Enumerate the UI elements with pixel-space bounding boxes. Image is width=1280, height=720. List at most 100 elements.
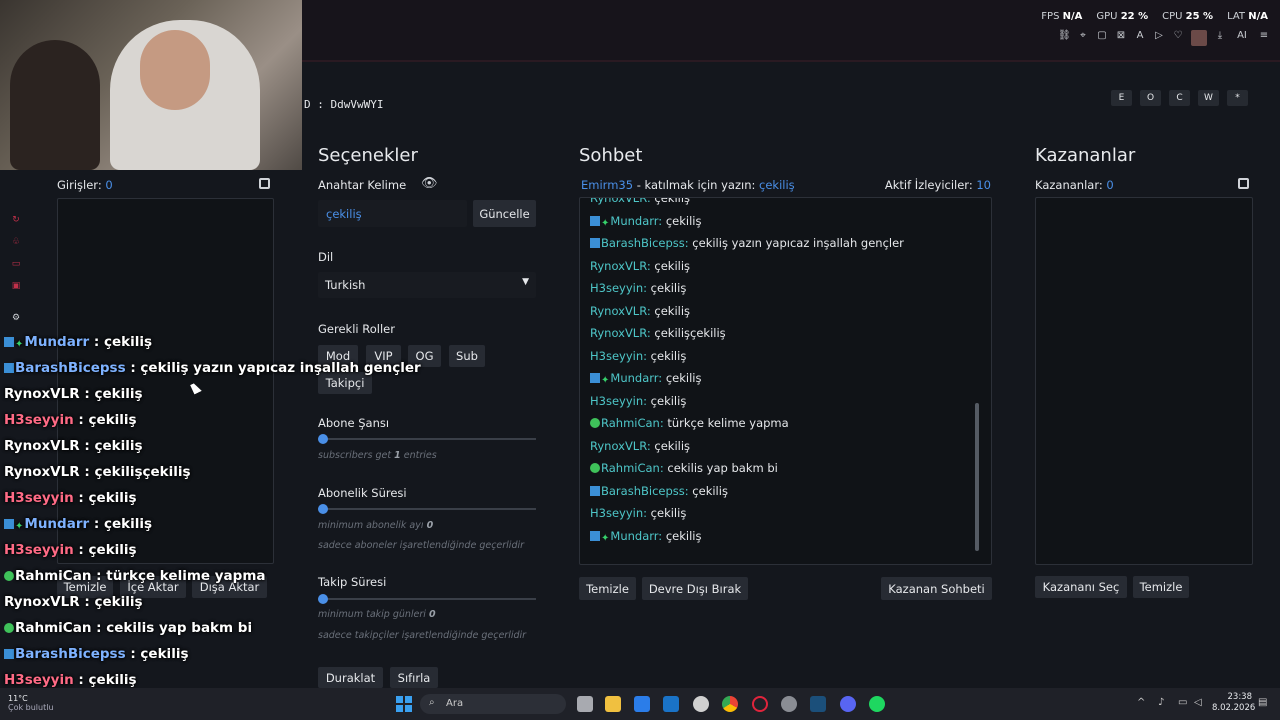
prime-badge-icon	[590, 485, 600, 496]
network-icon[interactable]: ▭	[1178, 697, 1187, 708]
overlay-username: Mundarr	[24, 334, 90, 350]
chat-username[interactable]: BarashBicepss:	[601, 484, 689, 498]
gear-icon[interactable]: ⚙	[10, 312, 22, 324]
winners-list[interactable]	[1035, 197, 1253, 565]
chat-username[interactable]: H3seyyin:	[590, 394, 647, 408]
crop-icon[interactable]: ▢	[1096, 30, 1108, 42]
chat-username[interactable]: Mundarr:	[610, 214, 662, 228]
chat-username[interactable]: H3seyyin:	[590, 281, 647, 295]
copy-winners-icon[interactable]	[1238, 178, 1249, 189]
keyword-input[interactable]: çekiliş	[318, 200, 467, 227]
entries-count: 0	[105, 178, 113, 192]
clock[interactable]: 23:38 8.02.2026	[1212, 692, 1255, 714]
outlook-icon[interactable]	[663, 696, 679, 712]
task-view-icon[interactable]	[577, 696, 593, 712]
settings-icon[interactable]	[693, 696, 709, 712]
update-button[interactable]: Güncelle	[473, 200, 536, 227]
steam-icon[interactable]	[810, 696, 826, 712]
overlay-username: H3seyyin	[4, 542, 74, 558]
overlay-username: RynoxVLR	[4, 594, 80, 610]
refresh-icon[interactable]: ↻	[10, 214, 22, 226]
app-icon[interactable]	[781, 696, 797, 712]
file-explorer-icon[interactable]	[605, 696, 621, 712]
overlay-username: H3seyyin	[4, 672, 74, 688]
chat-username[interactable]: Mundarr:	[610, 529, 662, 543]
key-button-c[interactable]: C	[1169, 90, 1190, 106]
pin-icon[interactable]: ⌖	[1077, 30, 1089, 42]
key-button-e[interactable]: E	[1111, 90, 1132, 106]
chat-message: BarashBicepss: çekiliş	[580, 480, 991, 503]
link-icon[interactable]: ⛓	[1058, 30, 1071, 42]
overlay-username: RynoxVLR	[4, 386, 80, 402]
language-value: Turkish	[325, 278, 366, 292]
key-button-star[interactable]: *	[1227, 90, 1248, 106]
chat-username[interactable]: RynoxVLR:	[590, 259, 651, 273]
clear-winners-button[interactable]: Temizle	[1133, 576, 1189, 598]
chat-scrollbar[interactable]	[975, 403, 979, 551]
close-box-icon[interactable]: ⊠	[1115, 30, 1127, 42]
language-label: Dil	[318, 250, 334, 264]
ai-icon[interactable]: AI	[1233, 30, 1251, 42]
role-sub-button[interactable]: Sub	[449, 345, 485, 367]
bell-icon[interactable]: ♧	[10, 236, 22, 248]
chat-messages: RynoxVLR: çekiliş ✦Mundarr: çekiliş Barash…	[580, 198, 991, 564]
play-icon[interactable]: ▷	[1153, 30, 1165, 42]
notification-icon[interactable]: ▤	[1258, 697, 1267, 708]
m-icon[interactable]: ▣	[10, 280, 22, 292]
overlay-chat-line: H3seyyin : çekiliş	[4, 485, 404, 511]
chat-username[interactable]: BarashBicepss:	[601, 236, 689, 250]
overlay-chat-line: ✦Mundarr : çekiliş	[4, 329, 404, 355]
weather-widget[interactable]: 11°C Çok bulutlu	[8, 694, 54, 712]
chat-icon[interactable]: ▭	[10, 258, 22, 270]
divider	[302, 60, 1280, 62]
windows-start-icon[interactable]	[396, 696, 412, 712]
prime-badge-icon	[4, 649, 14, 659]
spotify-icon[interactable]	[869, 696, 885, 712]
chrome-icon[interactable]	[722, 696, 738, 712]
chat-username[interactable]: RahmiCan:	[601, 461, 664, 475]
download-icon[interactable]: ⤓	[1214, 30, 1226, 42]
key-buttons: E O C W *	[1111, 90, 1248, 106]
prime-badge-icon	[4, 363, 14, 373]
translate-icon[interactable]: A	[1134, 30, 1146, 42]
chat-username[interactable]: Mundarr:	[610, 371, 662, 385]
overlay-chat-line: H3seyyin : çekiliş	[4, 407, 404, 433]
chat-username[interactable]: RynoxVLR:	[590, 304, 651, 318]
menu-icon[interactable]: ≡	[1258, 30, 1270, 42]
star-badge-icon: ✦	[601, 375, 610, 386]
verified-badge-icon	[4, 623, 14, 633]
opera-icon[interactable]	[752, 696, 768, 712]
chat-username[interactable]: RynoxVLR:	[590, 326, 651, 340]
chat-username[interactable]: RynoxVLR:	[590, 198, 651, 205]
clear-chat-button[interactable]: Temizle	[579, 577, 636, 600]
disable-button[interactable]: Devre Dışı Bırak	[642, 577, 748, 600]
chat-username[interactable]: H3seyyin:	[590, 349, 647, 363]
active-viewers: Aktif İzleyiciler: 10	[884, 178, 991, 192]
star-badge-icon: ✦	[15, 339, 24, 350]
winner-chat-button[interactable]: Kazanan Sohbeti	[881, 577, 992, 600]
chat-text: çekiliş	[654, 438, 691, 453]
tray-chevron-icon[interactable]: ^	[1137, 697, 1145, 708]
star-badge-icon: ✦	[15, 521, 24, 532]
heart-icon[interactable]: ♡	[1172, 30, 1184, 42]
key-button-o[interactable]: O	[1140, 90, 1161, 106]
discord-icon[interactable]	[840, 696, 856, 712]
store-icon[interactable]	[634, 696, 650, 712]
copy-icon[interactable]	[259, 178, 270, 189]
chat-username[interactable]: H3seyyin:	[590, 506, 647, 520]
chat-text: çekiliş yazın yapıcaz inşallah gençler	[692, 236, 904, 250]
key-button-w[interactable]: W	[1198, 90, 1219, 106]
volume-icon[interactable]: ◁	[1194, 697, 1202, 708]
mic-icon[interactable]: ♪	[1158, 697, 1164, 708]
eye-icon[interactable]: 👁	[421, 176, 438, 191]
language-select[interactable]: Turkish ▼	[318, 272, 536, 298]
taskbar-search[interactable]: ⌕ Ara	[420, 694, 566, 714]
chat-message: RahmiCan: türkçe kelime yapma	[580, 412, 991, 435]
keyword-label: Anahtar Kelime	[318, 178, 407, 192]
chat-username[interactable]: RahmiCan:	[601, 416, 664, 430]
chat-message: BarashBicepss: çekiliş yazın yapıcaz inş…	[580, 232, 991, 255]
pick-winner-button[interactable]: Kazananı Seç	[1035, 576, 1127, 598]
chat-username[interactable]: RynoxVLR:	[590, 439, 651, 453]
chat-text: çekiliş	[650, 281, 687, 295]
avatar[interactable]	[1191, 30, 1207, 46]
